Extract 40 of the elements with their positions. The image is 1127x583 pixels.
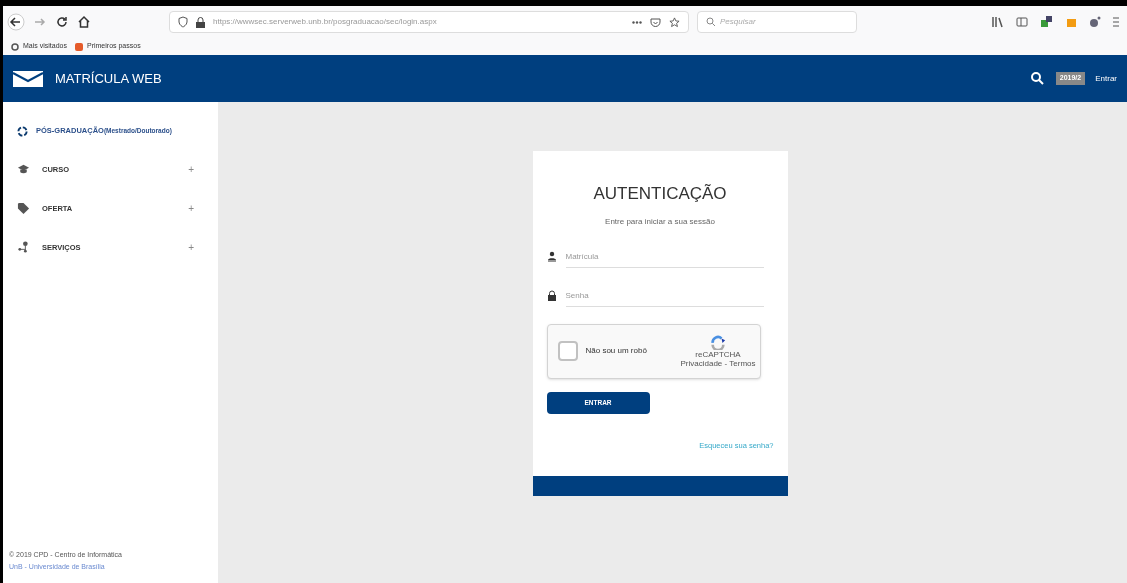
captcha-links[interactable]: Privacidade - Termos <box>680 359 756 368</box>
extension-icon[interactable] <box>1040 15 1054 29</box>
graduation-cap-icon <box>17 163 30 176</box>
logo-icon <box>13 70 43 87</box>
expand-icon[interactable]: + <box>188 201 194 216</box>
app-title: MATRÍCULA WEB <box>55 69 162 88</box>
more-icon[interactable] <box>632 20 642 24</box>
search-icon <box>706 17 716 27</box>
lock-icon <box>546 290 557 301</box>
password-field[interactable]: Senha <box>565 284 764 307</box>
login-title: AUTENTICAÇÃO <box>592 183 728 205</box>
user-icon <box>546 251 557 262</box>
lock-icon <box>196 16 205 28</box>
captcha-checkbox[interactable] <box>557 341 578 361</box>
gear-icon <box>11 42 19 51</box>
captcha-logo-icon <box>709 334 727 350</box>
registration-field[interactable]: Matrícula <box>565 245 764 268</box>
spinner-icon <box>17 125 28 137</box>
search-icon[interactable] <box>1030 72 1044 85</box>
star-icon[interactable] <box>669 16 680 28</box>
bookmark-icon <box>74 42 83 51</box>
login-link[interactable]: Entrar <box>1095 72 1117 85</box>
expand-icon[interactable]: + <box>188 240 194 255</box>
home-icon[interactable] <box>77 15 91 29</box>
library-icon[interactable] <box>992 16 1004 28</box>
captcha-label: Não sou um robô <box>585 345 648 357</box>
captcha-brand: reCAPTCHA <box>695 350 741 359</box>
pocket-icon[interactable] <box>650 16 661 28</box>
tag-icon <box>17 202 30 215</box>
login-subtitle: Entre para iniciar a sua sessão <box>604 215 716 228</box>
extension-icon[interactable] <box>1089 16 1101 28</box>
back-icon[interactable] <box>7 13 25 31</box>
search-field[interactable]: Pesquisar <box>697 11 857 33</box>
search-input[interactable]: Pesquisar <box>720 16 840 28</box>
url-text: https://wwwsec.serverweb.unb.br/posgraduacao/sec/login.aspx <box>213 16 438 28</box>
nodes-icon <box>17 241 30 254</box>
expand-icon[interactable]: + <box>188 162 194 177</box>
sidebar-icon[interactable] <box>1016 16 1028 28</box>
shield-icon <box>178 16 188 28</box>
reload-icon[interactable] <box>55 15 69 29</box>
